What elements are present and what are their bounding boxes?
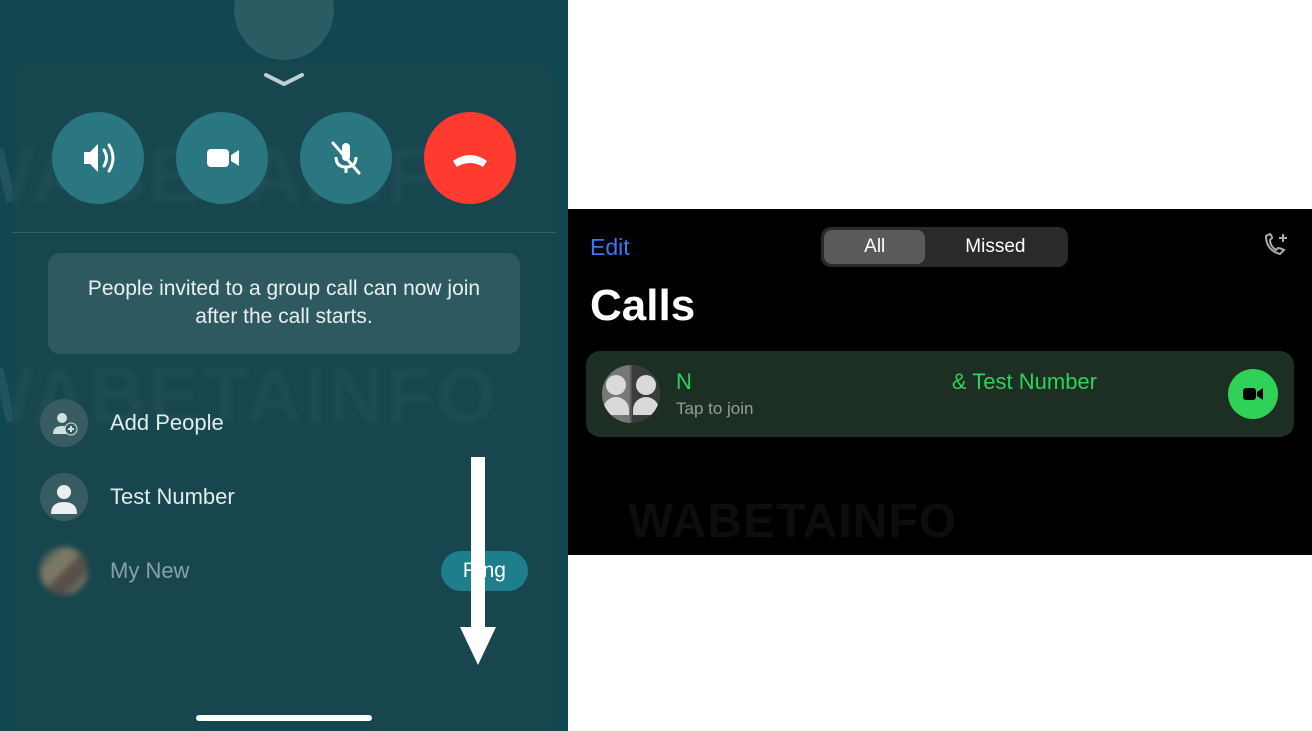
group-avatar — [602, 365, 660, 423]
root: WABETAINFO WABETAINFO — [0, 0, 1312, 731]
call-buttons-row — [22, 98, 546, 232]
call-controls-sheet: People invited to a group call can now j… — [12, 62, 556, 731]
annotation-arrow — [460, 457, 496, 667]
calls-list-screenshot: Edit All Missed Calls — [568, 0, 1312, 731]
video-icon — [197, 133, 247, 183]
end-call-button[interactable] — [424, 112, 516, 204]
phone-plus-icon — [1260, 230, 1290, 260]
calls-filter-segmented[interactable]: All Missed — [821, 227, 1068, 267]
speaker-button[interactable] — [52, 112, 144, 204]
avatar-blurred — [40, 547, 88, 595]
edit-button[interactable]: Edit — [590, 234, 630, 261]
add-people-icon — [40, 399, 88, 447]
hangup-icon — [443, 131, 497, 185]
name-part-2: & Test Number — [952, 369, 1097, 395]
calls-title: Calls — [568, 273, 1312, 345]
active-call-row[interactable]: N & Test Number Tap to join — [586, 351, 1294, 437]
chevron-down-icon — [263, 72, 305, 88]
calls-header: Edit All Missed — [568, 209, 1312, 273]
mute-button[interactable] — [300, 112, 392, 204]
name-part-1: N — [676, 369, 692, 395]
watermark: WABETAINFO — [628, 494, 957, 549]
group-call-sheet: WABETAINFO WABETAINFO — [0, 0, 568, 731]
add-people-label: Add People — [110, 410, 528, 436]
video-icon — [1239, 380, 1267, 408]
calls-screen: Edit All Missed Calls — [568, 209, 1312, 555]
tab-all[interactable]: All — [824, 230, 925, 264]
participant-name: My New — [110, 558, 419, 584]
tab-missed[interactable]: Missed — [925, 230, 1065, 264]
divider — [12, 232, 556, 233]
add-people-row[interactable]: Add People — [32, 386, 536, 460]
sheet-grabber[interactable] — [22, 62, 546, 98]
group-call-info: People invited to a group call can now j… — [48, 253, 520, 354]
call-text: N & Test Number Tap to join — [676, 369, 1212, 419]
new-call-button[interactable] — [1260, 230, 1290, 265]
caller-avatar — [234, 0, 334, 60]
home-indicator[interactable] — [196, 715, 372, 721]
speaker-icon — [72, 132, 124, 184]
video-button[interactable] — [176, 112, 268, 204]
join-video-button[interactable] — [1228, 369, 1278, 419]
call-participants-label: N & Test Number — [676, 369, 1212, 395]
info-text: People invited to a group call can now j… — [88, 277, 480, 328]
avatar — [40, 473, 88, 521]
mic-off-icon — [321, 133, 371, 183]
call-subtitle: Tap to join — [676, 399, 1212, 419]
